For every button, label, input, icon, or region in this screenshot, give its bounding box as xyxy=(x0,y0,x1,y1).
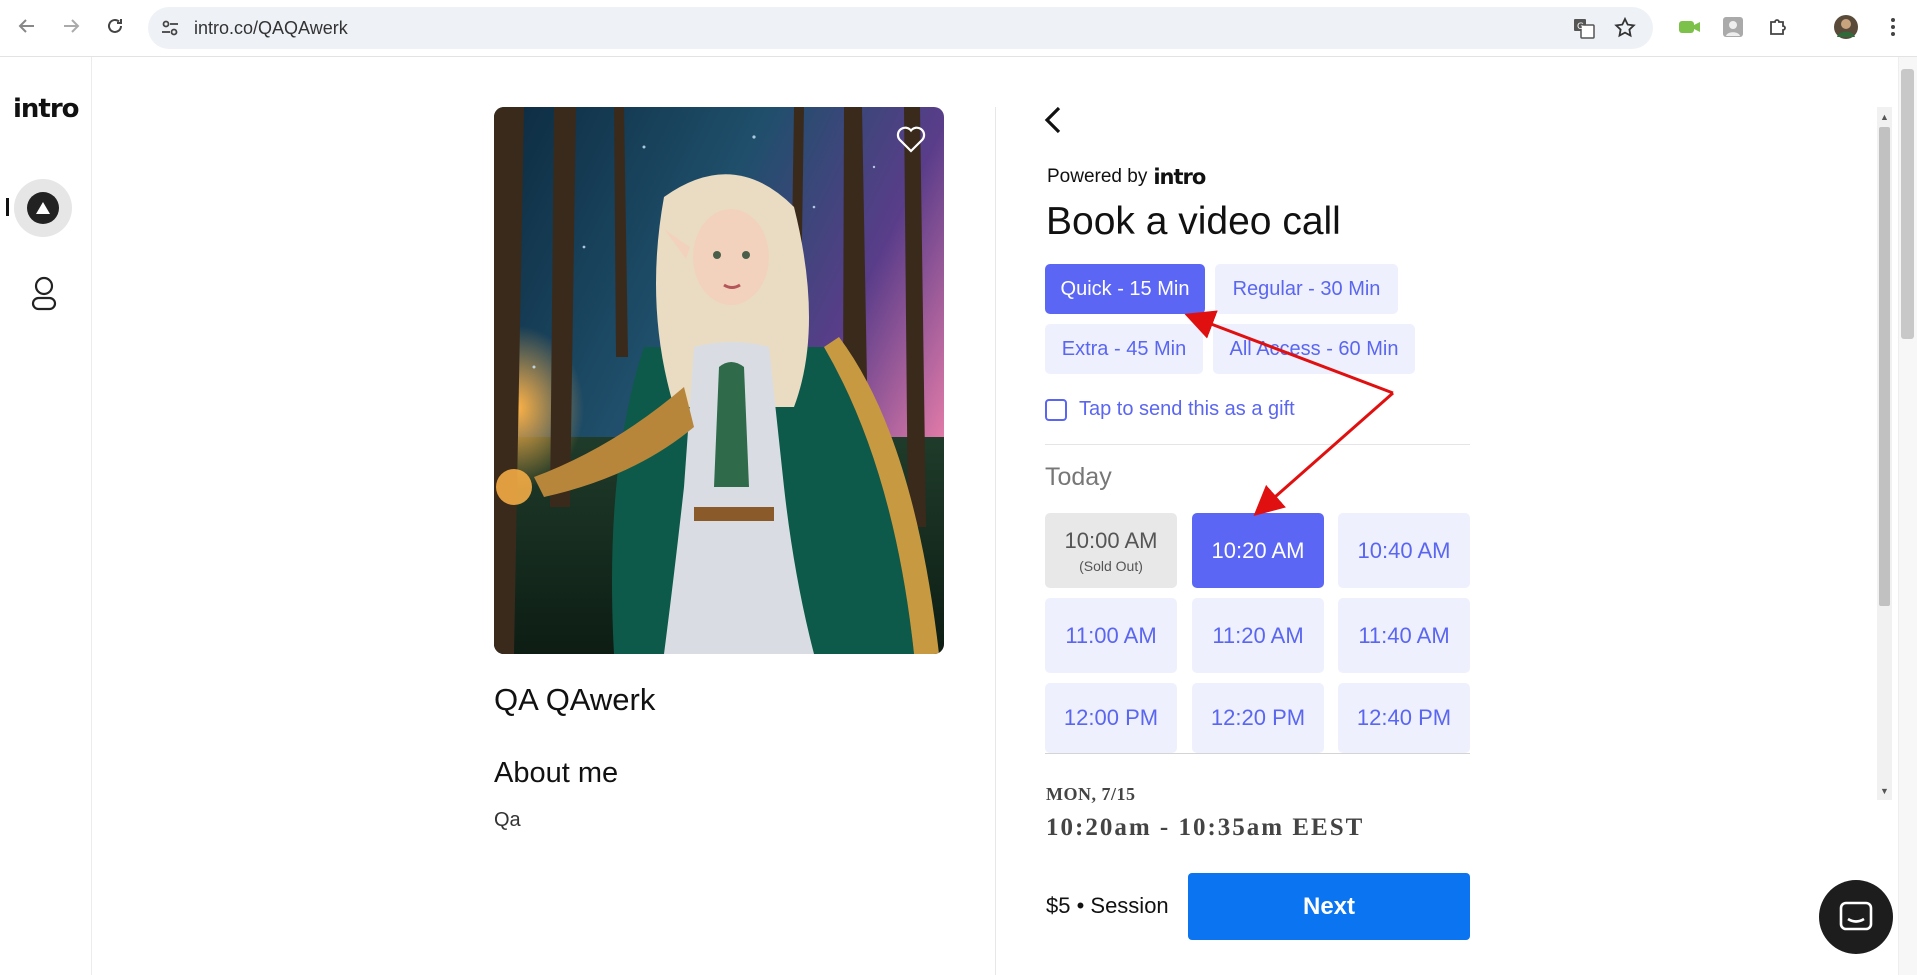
next-button[interactable]: Next xyxy=(1188,873,1470,940)
address-bar[interactable]: intro.co/QAQAwerk G xyxy=(148,7,1653,49)
slots-divider xyxy=(1045,753,1470,754)
time-slot-label[interactable]: 10:40 AM xyxy=(1358,538,1451,564)
time-slot: 10:00 AM (Sold Out) xyxy=(1045,513,1177,588)
account-avatar-icon[interactable] xyxy=(1833,14,1859,40)
selected-time-range: 10:20am - 10:35am EEST xyxy=(1046,814,1365,841)
reload-icon[interactable] xyxy=(102,13,128,39)
profile-extension-icon[interactable] xyxy=(1720,14,1746,40)
page-scrollbar-thumb[interactable] xyxy=(1901,69,1914,339)
time-slot-label[interactable]: 11:40 AM xyxy=(1358,623,1449,649)
bookmark-star-icon[interactable] xyxy=(1613,16,1637,40)
session-price: $5 • Session xyxy=(1046,893,1169,918)
column-divider xyxy=(995,107,996,975)
time-slot-label[interactable]: 12:00 PM xyxy=(1064,705,1158,731)
powered-by-label: Powered by xyxy=(1047,166,1148,187)
chat-launcher-button[interactable] xyxy=(1819,880,1893,954)
gift-label[interactable]: Tap to send this as a gift xyxy=(1079,398,1295,421)
time-slot-label[interactable]: 11:00 AM xyxy=(1065,623,1156,649)
time-slot[interactable]: 10:40 AM xyxy=(1338,513,1470,588)
back-chevron-icon[interactable] xyxy=(1040,103,1066,137)
scroll-up-arrow-icon[interactable]: ▲ xyxy=(1878,110,1891,124)
gift-checkbox-row[interactable]: Tap to send this as a gift xyxy=(1045,398,1295,421)
duration-option-all-access[interactable]: All Access - 60 Min xyxy=(1213,324,1415,374)
profile-name: QA QAwerk xyxy=(494,682,656,717)
scroll-down-arrow-icon[interactable]: ▼ xyxy=(1878,784,1891,798)
time-slot[interactable]: 10:20 AM xyxy=(1192,513,1324,588)
panel-scrollbar-thumb[interactable] xyxy=(1879,127,1890,606)
translate-icon[interactable]: G xyxy=(1573,17,1595,39)
duration-option-extra[interactable]: Extra - 45 Min xyxy=(1045,324,1203,374)
time-slot-label[interactable]: 12:40 PM xyxy=(1357,705,1451,731)
active-indicator xyxy=(6,198,9,216)
url-text[interactable]: intro.co/QAQAwerk xyxy=(194,18,348,39)
time-slot[interactable]: 12:00 PM xyxy=(1045,683,1177,753)
home-button[interactable] xyxy=(14,179,72,237)
annotation-arrows xyxy=(1184,310,1394,516)
about-text: Qa xyxy=(494,809,521,831)
profile-photo xyxy=(494,107,944,654)
section-divider xyxy=(1045,444,1470,445)
sold-out-note: (Sold Out) xyxy=(1079,557,1143,574)
selected-date: MON, 7/15 xyxy=(1046,784,1136,804)
duration-option-quick[interactable]: Quick - 15 Min xyxy=(1045,264,1205,314)
forward-nav-icon[interactable] xyxy=(58,13,84,39)
site-settings-icon[interactable] xyxy=(160,18,180,38)
time-slot-label[interactable]: 10:20 AM xyxy=(1212,538,1305,564)
extensions-puzzle-icon[interactable] xyxy=(1765,14,1791,40)
favorite-heart-icon[interactable] xyxy=(896,125,926,153)
day-label: Today xyxy=(1045,463,1112,491)
duration-option-regular[interactable]: Regular - 30 Min xyxy=(1215,264,1398,314)
profile-icon[interactable] xyxy=(28,275,60,311)
powered-by-brand: intro xyxy=(1153,165,1206,189)
browser-menu-icon[interactable] xyxy=(1880,14,1906,40)
powered-by: Powered by intro xyxy=(1047,165,1206,189)
time-slot-label[interactable]: 11:20 AM xyxy=(1212,623,1303,649)
time-slot[interactable]: 12:40 PM xyxy=(1338,683,1470,753)
svg-text:G: G xyxy=(1577,22,1584,32)
time-slot[interactable]: 11:20 AM xyxy=(1192,598,1324,673)
home-icon xyxy=(27,192,59,224)
time-slot-label[interactable]: 12:20 PM xyxy=(1211,705,1305,731)
left-navigation-rail: intro xyxy=(0,57,92,975)
about-heading: About me xyxy=(494,757,619,789)
gift-checkbox[interactable] xyxy=(1045,398,1067,421)
back-nav-icon[interactable] xyxy=(14,13,40,39)
booking-title: Book a video call xyxy=(1046,200,1341,243)
time-slot[interactable]: 11:00 AM xyxy=(1045,598,1177,673)
intro-logo[interactable]: intro xyxy=(13,94,80,124)
video-extension-icon[interactable] xyxy=(1677,14,1703,40)
time-slot[interactable]: 11:40 AM xyxy=(1338,598,1470,673)
time-slot[interactable]: 12:20 PM xyxy=(1192,683,1324,753)
time-slot-label: 10:00 AM xyxy=(1064,527,1158,553)
browser-toolbar: intro.co/QAQAwerk G xyxy=(0,0,1917,57)
chat-icon xyxy=(1839,901,1873,931)
